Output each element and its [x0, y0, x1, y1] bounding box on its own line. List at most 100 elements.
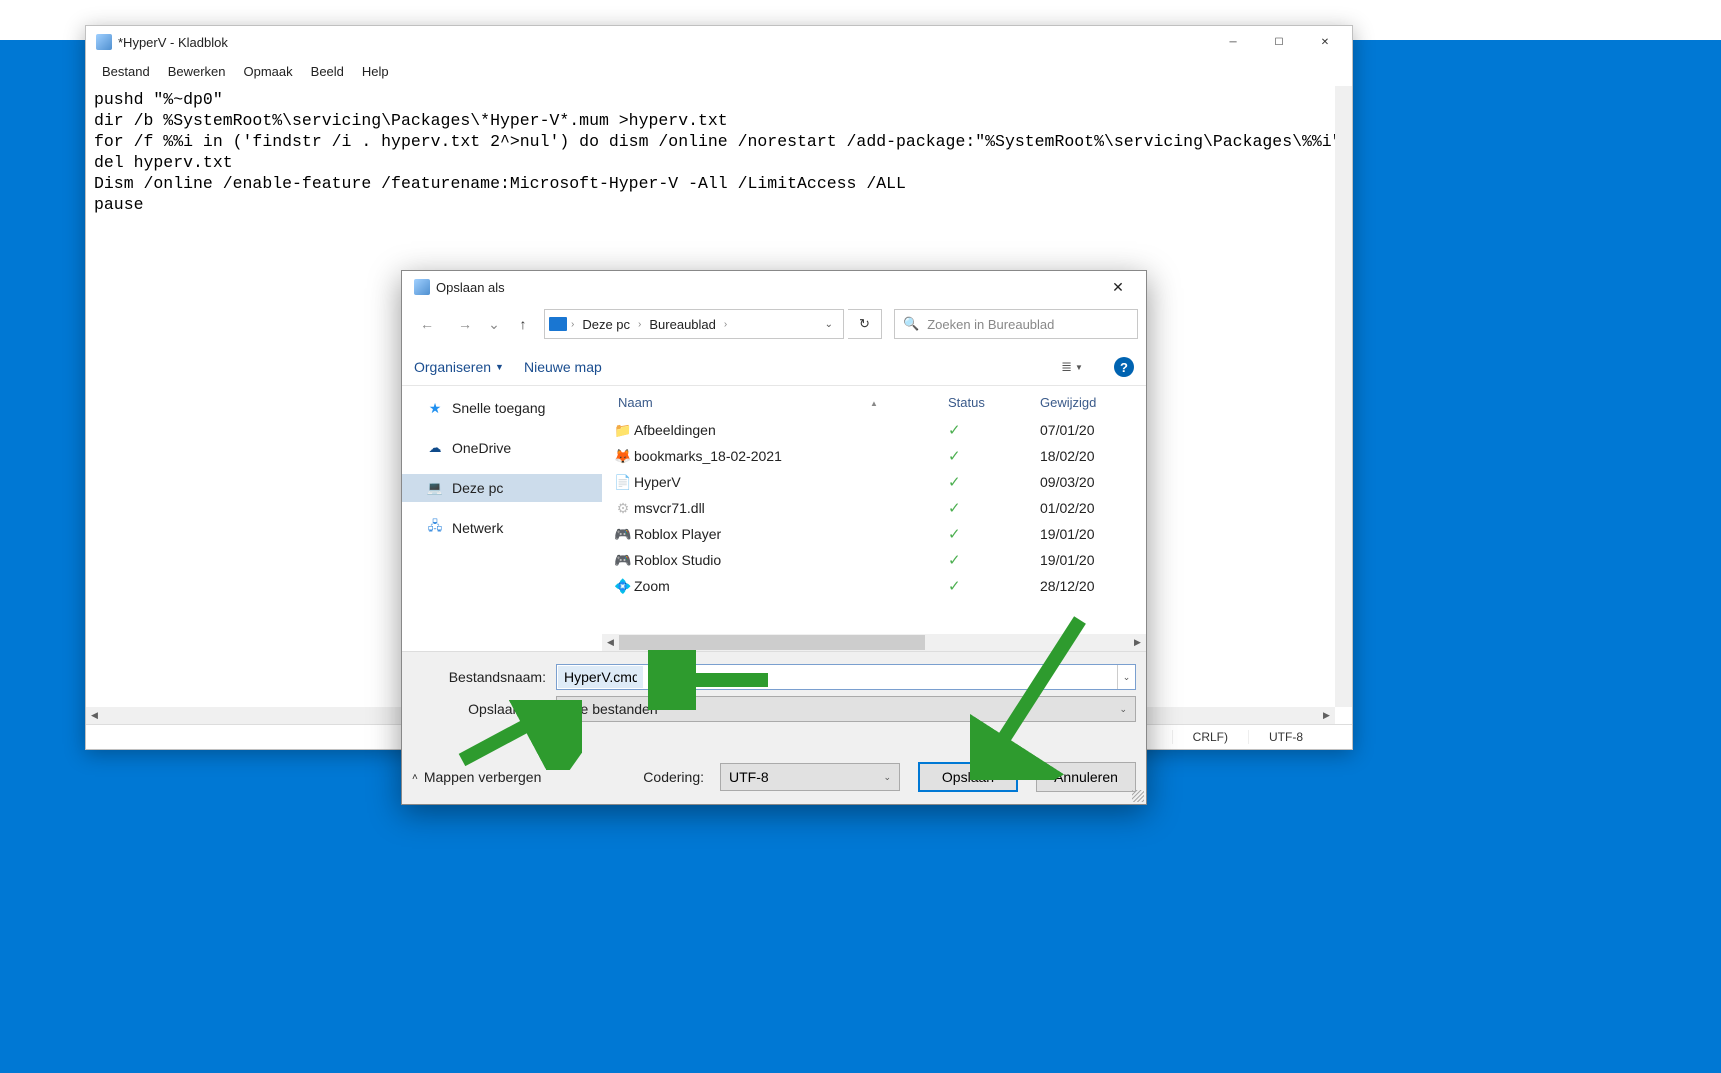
file-row[interactable]: 📁Afbeeldingen✓07/01/20: [602, 417, 1146, 443]
pc-icon: [549, 317, 567, 331]
search-input[interactable]: [927, 317, 1129, 332]
col-status[interactable]: Status: [948, 395, 1040, 410]
scroll-left-icon[interactable]: ◀: [86, 707, 103, 724]
sort-indicator-icon: ▲: [870, 399, 878, 408]
file-status-icon: ✓: [948, 525, 1040, 543]
file-name: HyperV: [634, 474, 948, 490]
resize-grip[interactable]: [1132, 790, 1144, 802]
nav-back-button[interactable]: ←: [410, 310, 444, 338]
menu-format[interactable]: Opmaak: [236, 60, 301, 83]
cloud-icon: ☁: [426, 440, 444, 456]
chevron-up-icon: ˄: [412, 772, 418, 783]
file-row[interactable]: 📄HyperV✓09/03/20: [602, 469, 1146, 495]
file-list-hscroll[interactable]: ◀ ▶: [602, 634, 1146, 651]
nav-onedrive[interactable]: ☁ OneDrive: [402, 434, 602, 462]
savetype-dropdown[interactable]: Alle bestanden ⌄: [556, 696, 1136, 722]
minimize-button[interactable]: [1210, 27, 1256, 57]
file-list-pane: Naam Status Gewijzigd ▲ 📁Afbeeldingen✓07…: [602, 386, 1146, 651]
nav-forward-button[interactable]: →: [448, 310, 482, 338]
menu-edit[interactable]: Bewerken: [160, 60, 234, 83]
filename-dropdown-icon[interactable]: ⌄: [1117, 665, 1135, 689]
scroll-right-icon[interactable]: ▶: [1318, 707, 1335, 724]
nav-quick-access[interactable]: ★ Snelle toegang: [402, 394, 602, 422]
file-name: Roblox Studio: [634, 552, 948, 568]
save-as-dialog: Opslaan als ← → ⌄ ↑ › Deze pc › Bureaubl…: [401, 270, 1147, 805]
cancel-button[interactable]: Annuleren: [1036, 762, 1136, 792]
address-bar[interactable]: › Deze pc › Bureaublad › ⌄: [544, 309, 844, 339]
chevron-right-icon: ›: [569, 319, 576, 330]
file-name: bookmarks_18-02-2021: [634, 448, 948, 464]
navigation-pane: ★ Snelle toegang ☁ OneDrive 💻 Deze pc 🖧 …: [402, 386, 602, 651]
nav-up-button[interactable]: ↑: [506, 310, 540, 338]
chevron-down-icon: ▼: [495, 362, 504, 372]
file-name: msvcr71.dll: [634, 500, 948, 516]
chevron-down-icon: ⌄: [1119, 704, 1127, 715]
file-row[interactable]: 🎮Roblox Studio✓19/01/20: [602, 547, 1146, 573]
filename-label: Bestandsnaam:: [412, 669, 556, 685]
file-date: 28/12/20: [1040, 578, 1140, 594]
notepad-text[interactable]: pushd "%~dp0" dir /b %SystemRoot%\servic…: [94, 89, 1344, 215]
encoding-dropdown[interactable]: UTF-8 ⌄: [720, 763, 900, 791]
file-date: 19/01/20: [1040, 552, 1140, 568]
save-dialog-app-icon: [414, 279, 430, 295]
status-line-ending: CRLF): [1172, 730, 1248, 744]
menu-help[interactable]: Help: [354, 60, 397, 83]
organize-button[interactable]: Organiseren ▼: [414, 359, 504, 375]
file-name: Roblox Player: [634, 526, 948, 542]
filename-input[interactable]: [558, 666, 643, 688]
notepad-app-icon: [96, 34, 112, 50]
file-date: 01/02/20: [1040, 500, 1140, 516]
nav-network[interactable]: 🖧 Netwerk: [402, 514, 602, 542]
file-icon: 💠: [612, 578, 634, 595]
file-row[interactable]: 🦊bookmarks_18-02-2021✓18/02/20: [602, 443, 1146, 469]
notepad-titlebar[interactable]: *HyperV - Kladblok: [86, 26, 1352, 58]
view-mode-button[interactable]: ≣ ▼: [1058, 356, 1086, 378]
menu-view[interactable]: Beeld: [303, 60, 352, 83]
scroll-right-icon[interactable]: ▶: [1129, 634, 1146, 651]
save-dialog-navbar: ← → ⌄ ↑ › Deze pc › Bureaublad › ⌄ ↻ 🔍: [402, 303, 1146, 349]
new-folder-button[interactable]: Nieuwe map: [524, 359, 602, 375]
file-list: 📁Afbeeldingen✓07/01/20🦊bookmarks_18-02-2…: [602, 417, 1146, 599]
file-icon: ⚙: [612, 500, 634, 517]
hide-folders-button[interactable]: ˄ Mappen verbergen: [412, 769, 541, 785]
file-status-icon: ✓: [948, 447, 1040, 465]
file-row[interactable]: 🎮Roblox Player✓19/01/20: [602, 521, 1146, 547]
file-name: Zoom: [634, 578, 948, 594]
breadcrumb-dropdown-icon[interactable]: ⌄: [819, 319, 839, 330]
file-row[interactable]: ⚙msvcr71.dll✓01/02/20: [602, 495, 1146, 521]
maximize-button[interactable]: [1256, 27, 1302, 57]
col-modified[interactable]: Gewijzigd: [1040, 395, 1140, 410]
file-row[interactable]: 💠Zoom✓28/12/20: [602, 573, 1146, 599]
save-dialog-close-button[interactable]: [1096, 273, 1140, 301]
file-icon: 🦊: [612, 448, 634, 465]
hscroll-thumb[interactable]: [619, 635, 925, 650]
notepad-title: *HyperV - Kladblok: [118, 35, 1210, 50]
file-name: Afbeeldingen: [634, 422, 948, 438]
file-icon: 🎮: [612, 526, 634, 543]
refresh-button[interactable]: ↻: [848, 309, 882, 339]
close-button[interactable]: [1302, 27, 1348, 57]
scroll-left-icon[interactable]: ◀: [602, 634, 619, 651]
col-name[interactable]: Naam: [608, 395, 948, 410]
save-dialog-body: ★ Snelle toegang ☁ OneDrive 💻 Deze pc 🖧 …: [402, 386, 1146, 651]
filename-combobox[interactable]: ⌄: [556, 664, 1136, 690]
star-icon: ★: [426, 400, 444, 416]
file-date: 09/03/20: [1040, 474, 1140, 490]
encoding-label: Codering:: [643, 769, 710, 785]
breadcrumb-folder[interactable]: Bureaublad: [645, 315, 720, 334]
save-button[interactable]: Opslaan: [918, 762, 1018, 792]
file-status-icon: ✓: [948, 421, 1040, 439]
nav-this-pc[interactable]: 💻 Deze pc: [402, 474, 602, 502]
nav-recent-dropdown[interactable]: ⌄: [486, 310, 502, 338]
save-dialog-titlebar[interactable]: Opslaan als: [402, 271, 1146, 303]
savetype-label: Opslaan als:: [412, 701, 556, 717]
breadcrumb-pc[interactable]: Deze pc: [578, 315, 634, 334]
notepad-scrollbar-v[interactable]: [1335, 86, 1352, 707]
menu-file[interactable]: Bestand: [94, 60, 158, 83]
search-box[interactable]: 🔍: [894, 309, 1138, 339]
save-dialog-fields: Bestandsnaam: ⌄ Opslaan als: Alle bestan…: [402, 651, 1146, 734]
file-icon: 📁: [612, 422, 634, 439]
search-icon: 🔍: [903, 316, 919, 332]
help-button[interactable]: ?: [1114, 357, 1134, 377]
network-icon: 🖧: [426, 520, 444, 536]
